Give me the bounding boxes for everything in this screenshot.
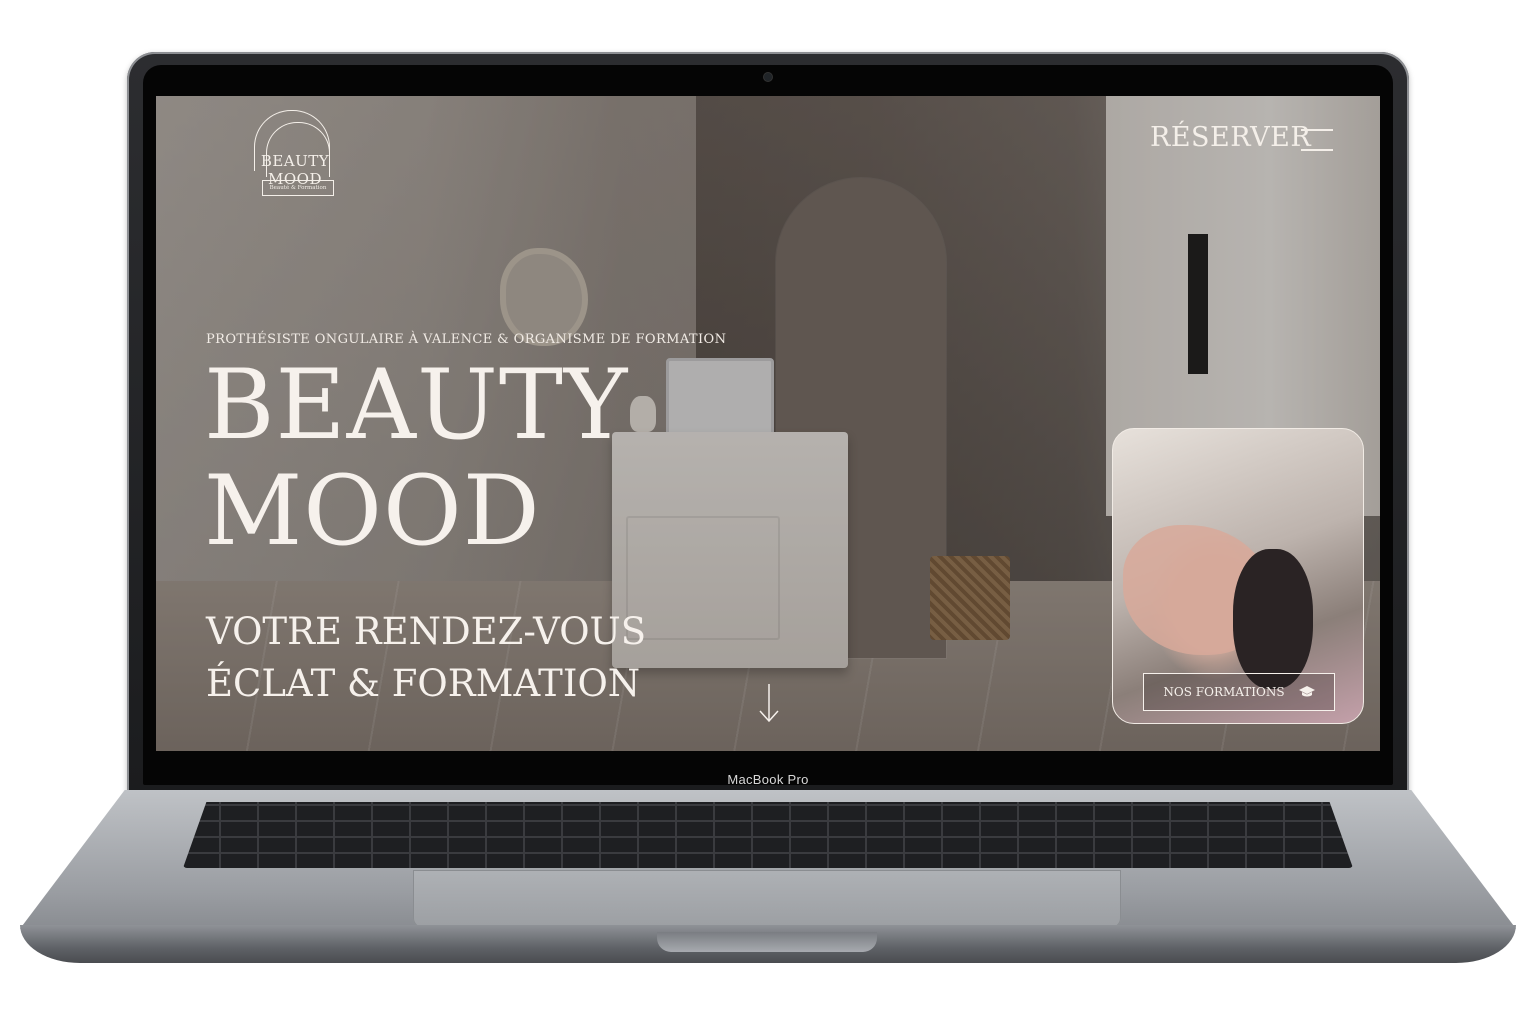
- site-logo[interactable]: BEAUTY MOOD Beauté & Formation: [232, 110, 358, 202]
- hero-tagline: PROTHÉSISTE ONGULAIRE À VALENCE & ORGANI…: [206, 332, 727, 347]
- hero-subtitle: VOTRE RENDEZ-VOUS ÉCLAT & FORMATION: [206, 606, 646, 710]
- card-glove-image: [1233, 549, 1313, 689]
- hamburger-menu-icon[interactable]: [1301, 129, 1333, 151]
- formation-video-card[interactable]: NOS FORMATIONS: [1112, 428, 1364, 724]
- keyboard: [183, 802, 1353, 868]
- webcam: [764, 73, 772, 81]
- website-screen: BEAUTY MOOD Beauté & Formation RÉSERVER …: [156, 96, 1380, 751]
- lid-notch: [657, 932, 877, 952]
- formations-button-label: NOS FORMATIONS: [1163, 685, 1285, 699]
- hero-title-line1: BEAUTY: [204, 349, 629, 461]
- graduation-cap-icon: [1298, 686, 1315, 697]
- reserve-link[interactable]: RÉSERVER: [1150, 122, 1311, 153]
- hero-subtitle-line1: VOTRE RENDEZ-VOUS: [206, 610, 647, 653]
- scroll-down-arrow-icon[interactable]: [758, 684, 780, 724]
- logo-subtitle: Beauté & Formation: [262, 180, 334, 196]
- formations-button[interactable]: NOS FORMATIONS: [1143, 673, 1335, 711]
- device-label: MacBook Pro: [727, 772, 809, 787]
- hero-title: BEAUTY MOOD: [204, 352, 628, 564]
- hero-subtitle-line2: ÉCLAT & FORMATION: [206, 662, 641, 705]
- hero-title-line2: MOOD: [204, 455, 541, 567]
- trackpad: [413, 870, 1121, 928]
